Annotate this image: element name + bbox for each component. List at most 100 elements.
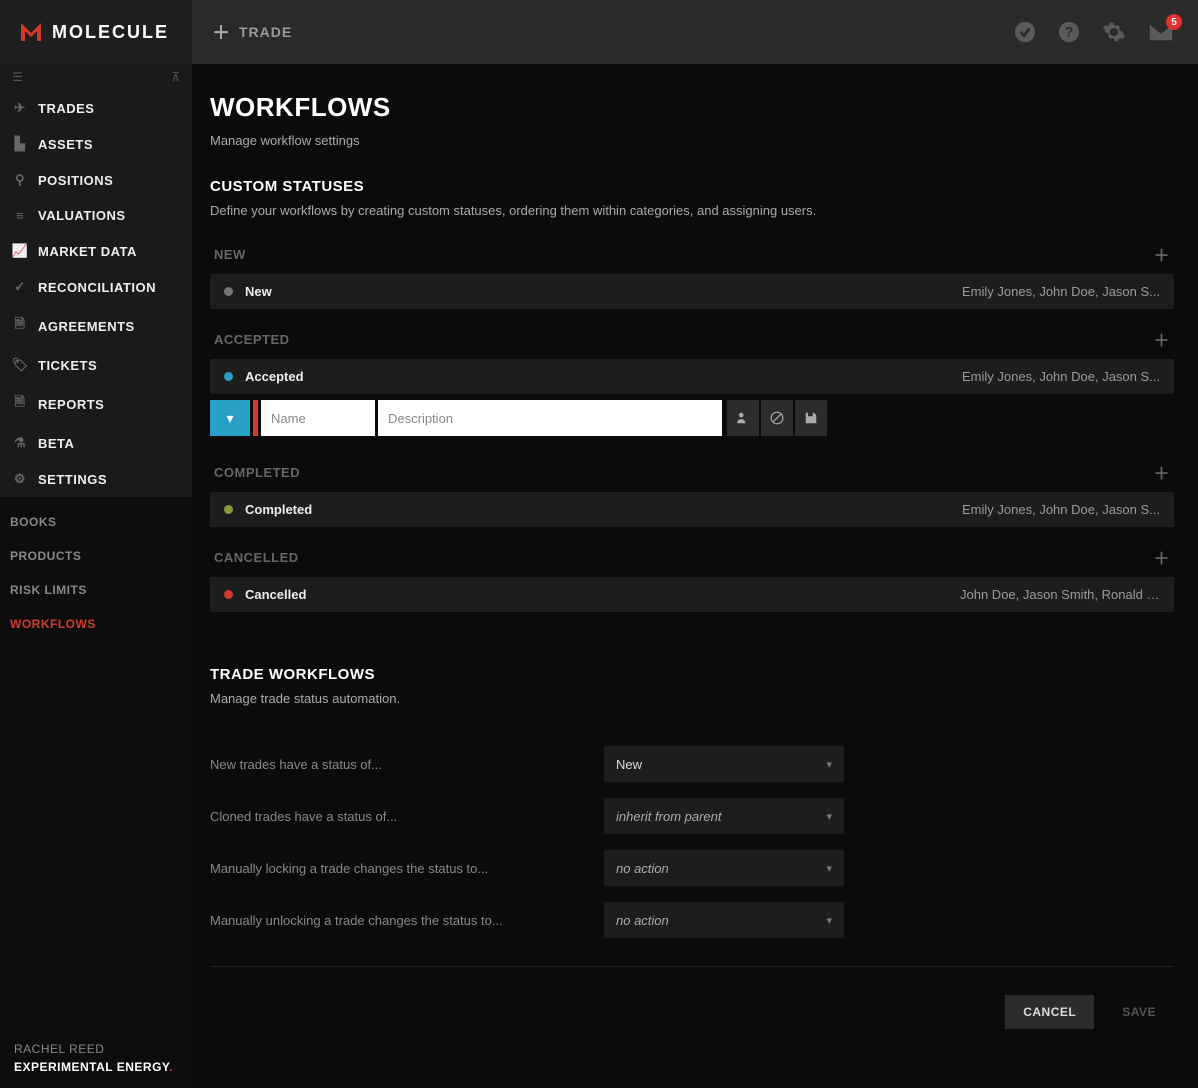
status-row[interactable]: Accepted Emily Jones, John Doe, Jason S.… (210, 359, 1174, 394)
bars-icon: ▙ (12, 136, 28, 152)
sidebar-item-assets[interactable]: ▙ ASSETS (0, 126, 192, 162)
cancel-edit-button[interactable] (761, 400, 793, 436)
divider (210, 966, 1174, 967)
chart-icon: 📈 (12, 243, 28, 259)
status-dot-icon (224, 505, 233, 514)
current-user: RACHEL REED (14, 1042, 178, 1056)
color-picker[interactable]: ▾ (210, 400, 250, 436)
settings-gear-icon[interactable] (1102, 20, 1126, 44)
hamburger-icon[interactable]: ☰ (12, 70, 23, 84)
page-title: WORKFLOWS (210, 92, 1174, 123)
sidebar-item-reports[interactable]: 🗎REPORTS (0, 383, 192, 425)
workflow-setting-row: Manually unlocking a trade changes the s… (210, 886, 1174, 938)
status-description-input[interactable] (378, 400, 722, 436)
sidebar-item-reconciliation[interactable]: ✓RECONCILIATION (0, 269, 192, 305)
chevron-down-icon: ▾ (826, 862, 832, 875)
logo[interactable]: MOLECULE (0, 0, 192, 64)
sidebar-item-label: AGREEMENTS (38, 319, 135, 334)
setting-label: New trades have a status of... (210, 757, 584, 772)
status-name: Completed (245, 502, 312, 517)
category-header-completed: COMPLETED ＋ (210, 460, 1174, 492)
save-status-button[interactable] (795, 400, 827, 436)
pin-icon[interactable]: ⊼ (171, 70, 180, 84)
add-status-icon[interactable]: ＋ (1153, 242, 1170, 266)
chevron-down-icon: ▾ (826, 914, 832, 927)
status-dot-icon (224, 372, 233, 381)
svg-text:?: ? (1065, 25, 1073, 40)
cloned-trade-status-select[interactable]: inherit from parent ▾ (604, 798, 844, 834)
sidebar-footer: RACHEL REED EXPERIMENTAL ENERGY (0, 1028, 192, 1088)
sidebar-item-trades[interactable]: ✈ TRADES (0, 90, 192, 126)
sidebar-item-label: POSITIONS (38, 173, 113, 188)
status-row[interactable]: New Emily Jones, John Doe, Jason S... (210, 274, 1174, 309)
sidebar-item-label: VALUATIONS (38, 208, 126, 223)
sidebar-item-label: ASSETS (38, 137, 93, 152)
cancel-button[interactable]: CANCEL (1005, 995, 1094, 1029)
help-icon[interactable]: ? (1058, 21, 1080, 43)
tag-icon: 🏷 (12, 357, 28, 373)
mail-icon[interactable]: 5 (1148, 22, 1174, 42)
sidebar-item-positions[interactable]: ⚲ POSITIONS (0, 162, 192, 198)
sidebar-item-label: MARKET DATA (38, 244, 137, 259)
workflow-setting-row: Manually locking a trade changes the sta… (210, 834, 1174, 886)
category-header-accepted: ACCEPTED ＋ (210, 327, 1174, 359)
trade-workflows-title: TRADE WORKFLOWS (210, 666, 1174, 683)
save-button[interactable]: SAVE (1104, 995, 1174, 1029)
setting-label: Cloned trades have a status of... (210, 809, 584, 824)
category-name: CANCELLED (214, 550, 299, 565)
custom-statuses-desc: Define your workflows by creating custom… (210, 203, 1174, 218)
chevron-down-icon: ▾ (826, 758, 832, 771)
lock-status-select[interactable]: no action ▾ (604, 850, 844, 886)
main-content: WORKFLOWS Manage workflow settings CUSTO… (192, 64, 1198, 1088)
color-dropdown-icon[interactable]: ▾ (210, 400, 250, 436)
sidebar: ☰ ⊼ ✈ TRADES ▙ ASSETS ⚲ POSITIONS ≡ VALUATIO… (0, 64, 192, 1088)
sidebar-item-settings[interactable]: ⚙SETTINGS (0, 461, 192, 497)
assign-user-button[interactable] (727, 400, 759, 436)
sidebar-item-beta[interactable]: ⚗ BETA (0, 425, 192, 461)
sidebar-sub-workflows[interactable]: WORKFLOWS (0, 607, 192, 641)
status-row[interactable]: Cancelled John Doe, Jason Smith, Ronald … (210, 577, 1174, 612)
new-trade-status-select[interactable]: New ▾ (604, 746, 844, 782)
page-subtitle: Manage workflow settings (210, 133, 1174, 148)
sliders-icon: ≡ (12, 208, 28, 223)
top-icons: ? 5 (1014, 20, 1198, 44)
checkmark-circle-icon[interactable] (1014, 21, 1036, 43)
trade-workflows-desc: Manage trade status automation. (210, 691, 1174, 706)
status-users: Emily Jones, John Doe, Jason S... (962, 369, 1160, 384)
trade-action[interactable]: ＋ TRADE (192, 19, 292, 45)
status-dot-icon (224, 590, 233, 599)
add-status-icon[interactable]: ＋ (1153, 545, 1170, 569)
sidebar-item-tickets[interactable]: 🏷 TICKETS (0, 347, 192, 383)
unlock-status-select[interactable]: no action ▾ (604, 902, 844, 938)
pin-icon: ⚲ (12, 172, 28, 188)
paper-plane-icon: ✈ (12, 100, 28, 116)
trade-action-label: TRADE (239, 24, 292, 40)
flask-icon: ⚗ (12, 435, 28, 451)
plus-icon: ＋ (212, 19, 231, 45)
status-users: John Doe, Jason Smith, Ronald J... (960, 587, 1160, 602)
sidebar-item-label: RECONCILIATION (38, 280, 156, 295)
sidebar-item-label: TRADES (38, 101, 94, 116)
sidebar-sub-risk-limits[interactable]: RISK LIMITS (0, 573, 192, 607)
sidebar-sub-books[interactable]: BOOKS (0, 505, 192, 539)
status-row[interactable]: Completed Emily Jones, John Doe, Jason S… (210, 492, 1174, 527)
gear-icon: ⚙ (12, 471, 28, 487)
chevron-down-icon: ▾ (826, 810, 832, 823)
logo-mark-icon (18, 19, 44, 45)
add-status-icon[interactable]: ＋ (1153, 460, 1170, 484)
sidebar-item-label: BETA (38, 436, 74, 451)
status-name-input[interactable] (261, 400, 375, 436)
sidebar-sub-products[interactable]: PRODUCTS (0, 539, 192, 573)
setting-label: Manually locking a trade changes the sta… (210, 861, 584, 876)
status-editor-row: ▾ (210, 400, 1174, 436)
notification-badge: 5 (1166, 14, 1182, 30)
sidebar-item-valuations[interactable]: ≡ VALUATIONS (0, 198, 192, 233)
sidebar-item-label: TICKETS (38, 358, 97, 373)
add-status-icon[interactable]: ＋ (1153, 327, 1170, 351)
workflow-setting-row: New trades have a status of... New ▾ (210, 730, 1174, 782)
select-value: New (616, 757, 642, 772)
sidebar-item-agreements[interactable]: 🗎AGREEMENTS (0, 305, 192, 347)
sidebar-item-market-data[interactable]: 📈 MARKET DATA (0, 233, 192, 269)
category-name: COMPLETED (214, 465, 300, 480)
status-users: Emily Jones, John Doe, Jason S... (962, 502, 1160, 517)
